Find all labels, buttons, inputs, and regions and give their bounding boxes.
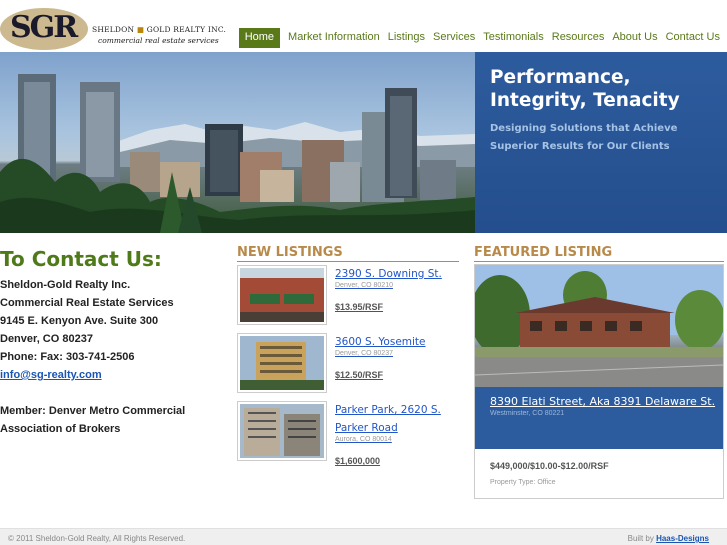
featured-listing-heading: FEATURED LISTING <box>474 245 724 262</box>
denver-skyline-photo <box>0 52 475 233</box>
nav-market-information[interactable]: Market Information <box>284 28 384 48</box>
new-listings-heading: NEW LISTINGS <box>237 245 459 262</box>
hero-title: Performance, Integrity, Tenacity <box>490 67 680 111</box>
designer-link[interactable]: Haas-Designs <box>656 534 709 543</box>
hero-panel: Performance, Integrity, Tenacity Designi… <box>475 52 727 233</box>
contact-phone: Phone: Fax: 303-741-2506 <box>0 351 135 363</box>
nav-about-us[interactable]: About Us <box>608 28 661 48</box>
listing-thumbnail[interactable] <box>237 401 327 461</box>
contact-company: Sheldon-Gold Realty Inc. <box>0 279 131 291</box>
contact-member-line1: Member: Denver Metro Commercial <box>0 405 186 417</box>
featured-listing-band: 8390 Elati Street, Aka 8391 Delaware St.… <box>475 387 723 449</box>
logo-name-part2: GOLD REALTY INC. <box>146 25 227 34</box>
copyright-text: © 2011 Sheldon-Gold Realty, All Rights R… <box>8 534 186 543</box>
nav-home[interactable]: Home <box>238 28 281 48</box>
listing-item: 3600 S. Yosemite Denver, CO 80237 $12.50… <box>237 333 462 395</box>
nav-services[interactable]: Services <box>429 28 479 48</box>
hero-subtitle: Designing Solutions that Achieve Superio… <box>490 123 678 152</box>
built-by-prefix: Built by <box>627 534 654 543</box>
featured-listing-type: Property Type: Office <box>490 479 556 486</box>
listing-photo <box>240 268 324 322</box>
listing-price: $1,600,000 <box>335 456 381 466</box>
listing-thumbnail[interactable] <box>237 333 327 393</box>
nav-testimonials[interactable]: Testimonials <box>479 28 548 48</box>
hero-banner: Performance, Integrity, Tenacity Designi… <box>0 52 727 233</box>
main-nav: Home Market Information Listings Service… <box>238 28 724 48</box>
listing-title-link[interactable]: Parker Park, 2620 S. Parker Road Aurora,… <box>335 401 460 470</box>
contact-city: Denver, CO 80237 <box>0 333 93 345</box>
listing-city: Denver, CO 80237 <box>335 350 393 357</box>
featured-listing-card: 8390 Elati Street, Aka 8391 Delaware St.… <box>474 264 724 499</box>
listing-item: 2390 S. Downing St. Denver, CO 80210 $13… <box>237 265 462 327</box>
listing-title-link[interactable]: 3600 S. Yosemite Denver, CO 80237 $12.50… <box>335 333 460 384</box>
logo-mark: SGR <box>10 10 78 45</box>
listing-thumbnail[interactable] <box>237 265 327 325</box>
logo[interactable]: SGR SHELDON ■ GOLD REALTY INC. commercia… <box>0 4 226 50</box>
listing-city: Aurora, CO 80014 <box>335 436 392 443</box>
featured-listing-city: Westminster, CO 80221 <box>490 410 565 417</box>
featured-listing-photo[interactable] <box>475 265 723 387</box>
skyline-illustration <box>0 74 475 233</box>
contact-member-line2: Association of Brokers <box>0 423 121 435</box>
built-by: Built by Haas-Designs <box>628 534 709 543</box>
listing-city: Denver, CO 80210 <box>335 282 393 289</box>
featured-listing-title-link[interactable]: 8390 Elati Street, Aka 8391 Delaware St. <box>490 393 723 410</box>
nav-resources[interactable]: Resources <box>548 28 609 48</box>
site-header: SGR SHELDON ■ GOLD REALTY INC. commercia… <box>0 0 727 52</box>
logo-name-part1: SHELDON <box>92 25 135 34</box>
logo-separator-dot: ■ <box>136 25 145 34</box>
contact-email-link[interactable]: info@sg-realty.com <box>0 369 102 381</box>
listing-price: $12.50/RSF <box>335 370 384 380</box>
contact-section: To Contact Us: Sheldon-Gold Realty Inc. … <box>0 246 225 438</box>
featured-listing-price: $449,000/$10.00-$12.00/RSF <box>490 461 609 471</box>
nav-listings[interactable]: Listings <box>384 28 429 48</box>
listing-item: Parker Park, 2620 S. Parker Road Aurora,… <box>237 401 462 466</box>
site-footer: © 2011 Sheldon-Gold Realty, All Rights R… <box>0 528 727 545</box>
logo-company-name: SHELDON ■ GOLD REALTY INC. <box>92 25 226 34</box>
contact-heading: To Contact Us: <box>0 247 162 271</box>
featured-photo-illustration <box>475 265 723 387</box>
logo-tagline: commercial real estate services <box>98 36 219 45</box>
listing-photo <box>240 404 324 458</box>
listing-title-link[interactable]: 2390 S. Downing St. Denver, CO 80210 $13… <box>335 265 460 316</box>
listing-photo <box>240 336 324 390</box>
contact-address: 9145 E. Kenyon Ave. Suite 300 <box>0 315 159 327</box>
listing-price: $13.95/RSF <box>335 302 384 312</box>
nav-contact-us[interactable]: Contact Us <box>662 28 724 48</box>
contact-services: Commercial Real Estate Services <box>0 297 174 309</box>
